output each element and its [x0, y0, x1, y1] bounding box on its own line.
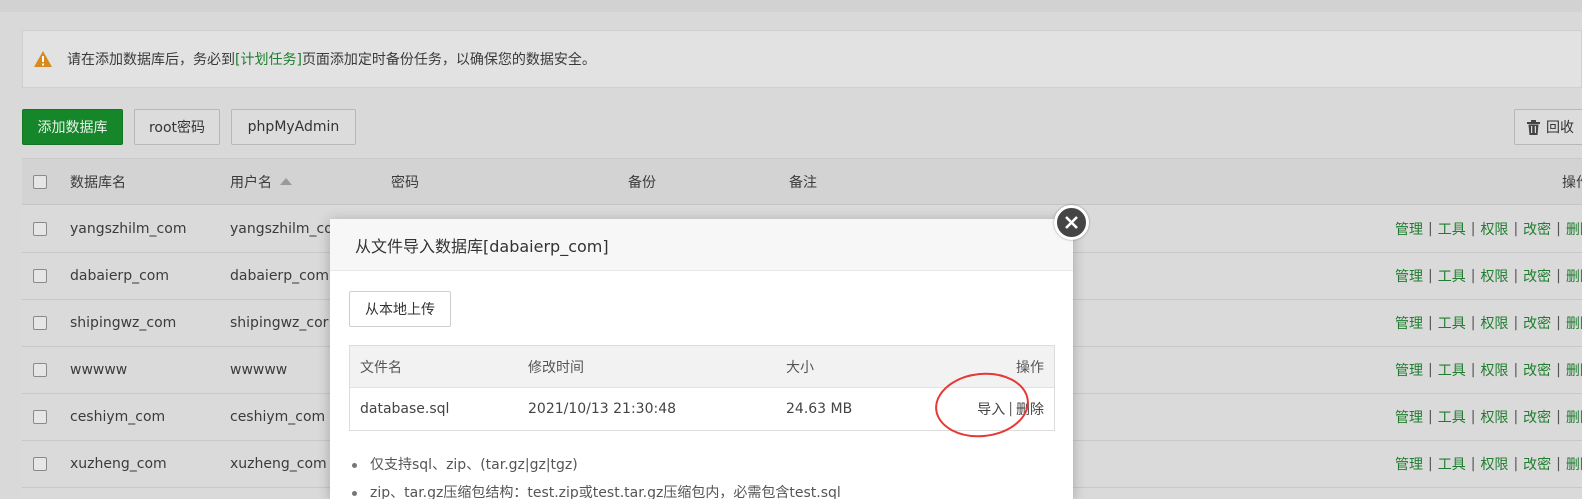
trash-icon [1527, 119, 1540, 135]
note-item: zip、tar.gz压缩包结构：test.zip或test.tar.gz压缩包内… [352, 483, 1052, 499]
row-op-link[interactable]: 权限 [1480, 360, 1508, 380]
warning-icon [34, 51, 52, 67]
header-note: 备注 [789, 174, 817, 191]
close-modal-button[interactable] [1054, 205, 1089, 240]
row-op-link[interactable]: 删除 [1566, 266, 1582, 286]
row-op-link[interactable]: 删除 [1566, 454, 1582, 474]
row-op-link[interactable]: 删除 [1566, 219, 1582, 239]
row-op-link[interactable]: 管理 [1395, 219, 1423, 239]
row-op-link[interactable]: 改密 [1523, 313, 1551, 333]
select-all-checkbox[interactable] [33, 174, 47, 189]
row-op-link[interactable]: 工具 [1438, 313, 1466, 333]
annotation-circle [935, 372, 1029, 438]
row-op-link[interactable]: 工具 [1438, 266, 1466, 286]
row-op-link[interactable]: 改密 [1523, 407, 1551, 427]
row-op-link[interactable]: 删除 [1566, 360, 1582, 380]
recycle-bin-label: 回收 [1546, 120, 1574, 136]
import-notes: 仅支持sql、zip、(tar.gz|gz|tgz) zip、tar.gz压缩包… [352, 455, 1052, 499]
row-username: wwwww [230, 362, 288, 378]
row-checkbox[interactable] [33, 222, 47, 236]
modal-title: 从文件导入数据库[dabaierp_com] [330, 219, 1073, 271]
row-ops: 管理|工具|权限|改密|删除 [1395, 441, 1582, 487]
header-password: 密码 [391, 174, 419, 191]
import-database-modal: 从文件导入数据库[dabaierp_com] 从本地上传 文件名 修改时间 大小… [330, 219, 1073, 499]
row-checkbox[interactable] [33, 363, 47, 377]
row-db-name: dabaierp_com [70, 268, 169, 284]
row-username: shipingwz_cor [230, 315, 329, 331]
row-op-link[interactable]: 改密 [1523, 219, 1551, 239]
row-db-name: xuzheng_com [70, 456, 167, 472]
row-op-link[interactable]: 权限 [1480, 454, 1508, 474]
row-ops: 管理|工具|权限|改密|删除 [1395, 206, 1582, 252]
upload-local-button[interactable]: 从本地上传 [349, 291, 451, 327]
row-op-link[interactable]: 改密 [1523, 266, 1551, 286]
row-op-link[interactable]: 权限 [1480, 219, 1508, 239]
add-database-button[interactable]: 添加数据库 [22, 109, 123, 145]
row-checkbox[interactable] [33, 457, 47, 471]
header-db-name[interactable]: 数据库名 [70, 159, 126, 204]
row-op-link[interactable]: 改密 [1523, 360, 1551, 380]
row-checkbox[interactable] [33, 316, 47, 330]
file-header-name: 文件名 [360, 359, 402, 376]
row-op-link[interactable]: 管理 [1395, 360, 1423, 380]
file-name: database.sql [360, 401, 450, 417]
row-checkbox[interactable] [33, 410, 47, 424]
row-op-link[interactable]: 管理 [1395, 266, 1423, 286]
row-op-link[interactable]: 权限 [1480, 407, 1508, 427]
row-op-link[interactable]: 删除 [1566, 313, 1582, 333]
row-username: dabaierp_com [230, 268, 329, 284]
row-username: ceshiym_com [230, 409, 326, 425]
table-header: 数据库名 用户名 密码 备份 备注 操作 [22, 159, 1582, 205]
row-checkbox[interactable] [33, 269, 47, 283]
row-op-link[interactable]: 权限 [1480, 266, 1508, 286]
row-op-link[interactable]: 管理 [1395, 407, 1423, 427]
row-ops: 管理|工具|权限|改密|删除 [1395, 394, 1582, 440]
row-op-link[interactable]: 工具 [1438, 454, 1466, 474]
row-db-name: yangszhilm_com [70, 221, 187, 237]
row-ops: 管理|工具|权限|改密|删除 [1395, 253, 1582, 299]
phpmyadmin-button[interactable]: phpMyAdmin [231, 109, 356, 145]
schedule-task-link[interactable]: [计划任务] [235, 52, 302, 68]
row-ops: 管理|工具|权限|改密|删除 [1395, 347, 1582, 393]
row-op-link[interactable]: 管理 [1395, 313, 1423, 333]
row-op-link[interactable]: 工具 [1438, 407, 1466, 427]
header-ops: 操作 [1562, 174, 1582, 191]
row-db-name: shipingwz_com [70, 315, 177, 331]
file-size: 24.63 MB [786, 401, 853, 417]
row-ops: 管理|工具|权限|改密|删除 [1395, 300, 1582, 346]
recycle-bin-button[interactable]: 回收 [1514, 109, 1582, 145]
header-username[interactable]: 用户名 [230, 159, 292, 204]
row-db-name: ceshiym_com [70, 409, 166, 425]
row-op-link[interactable]: 权限 [1480, 313, 1508, 333]
notice-text: 请在添加数据库后，务必到[计划任务]页面添加定时备份任务，以确保您的数据安全。 [67, 52, 596, 68]
row-op-link[interactable]: 工具 [1438, 360, 1466, 380]
row-op-link[interactable]: 管理 [1395, 454, 1423, 474]
file-mtime: 2021/10/13 21:30:48 [528, 401, 677, 417]
row-op-link[interactable]: 删除 [1566, 407, 1582, 427]
sort-asc-icon [280, 178, 292, 185]
row-op-link[interactable]: 工具 [1438, 219, 1466, 239]
file-header-size: 大小 [786, 359, 814, 376]
root-password-button[interactable]: root密码 [134, 109, 220, 145]
header-backup: 备份 [628, 174, 656, 191]
note-item: 仅支持sql、zip、(tar.gz|gz|tgz) [352, 455, 1052, 483]
row-db-name: wwwww [70, 362, 128, 378]
row-username: yangszhilm_co [230, 221, 333, 237]
row-op-link[interactable]: 改密 [1523, 454, 1551, 474]
backup-notice: 请在添加数据库后，务必到[计划任务]页面添加定时备份任务，以确保您的数据安全。 [22, 30, 1582, 88]
file-header-mtime: 修改时间 [528, 359, 584, 376]
row-username: xuzheng_com [230, 456, 327, 472]
top-strip [0, 0, 1582, 12]
close-icon [1065, 216, 1078, 229]
